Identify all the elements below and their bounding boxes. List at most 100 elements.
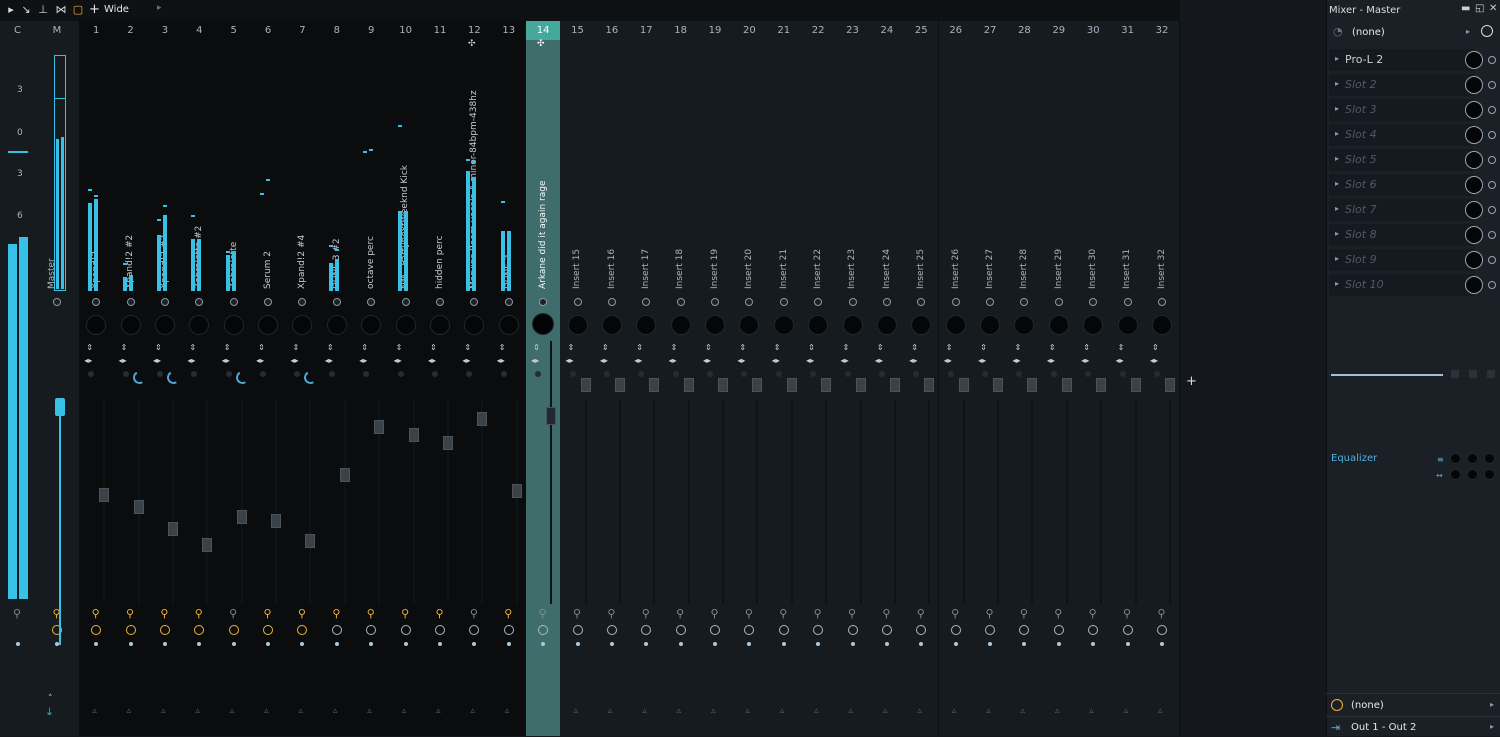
pan-knob[interactable]: [877, 316, 896, 334]
eq-knob-high[interactable]: [1485, 454, 1494, 463]
pan-knob[interactable]: [602, 316, 621, 334]
routing-dot[interactable]: [1159, 642, 1164, 646]
route-dot[interactable]: [160, 298, 169, 306]
mixer-strip-17[interactable]: 17 Insert 17 ⇕ ◂▸ ⚲ ▵: [629, 21, 665, 736]
strip-number[interactable]: 23: [835, 21, 869, 40]
mixer-strip-14[interactable]: 14 Arkane did it again rage ⇕ ◂▸ ⚲ ▵: [525, 21, 562, 736]
slot-mix-knob[interactable]: [1465, 126, 1483, 144]
send-arrow-icon[interactable]: ▵: [161, 706, 166, 716]
mixer-strip-2[interactable]: 2 Xpand!2 #2 ⇕ ◂▸ ⚲ ▵: [113, 21, 149, 736]
swap-icon[interactable]: ⇕: [739, 343, 746, 352]
mixer-strip-18[interactable]: 18 Insert 18 ⇕ ◂▸ ⚲ ▵: [663, 21, 699, 736]
latency-clock-icon[interactable]: [159, 625, 170, 635]
stereo-separation-icon[interactable]: ◂▸: [772, 356, 780, 365]
slot-name[interactable]: Slot 4: [1345, 128, 1377, 141]
routing-dot[interactable]: [1125, 642, 1130, 646]
mute-switch[interactable]: ⚲: [125, 608, 136, 620]
slot-name[interactable]: Slot 10: [1345, 278, 1384, 291]
strip-number[interactable]: M: [35, 21, 79, 40]
volume-fader[interactable]: [442, 436, 453, 450]
slot-expand-icon[interactable]: ▸: [1335, 254, 1339, 263]
routing-dot[interactable]: [369, 642, 374, 646]
slot-mix-knob[interactable]: [1465, 151, 1483, 169]
play-arrow-icon[interactable]: ▸: [4, 3, 18, 17]
stereo-separation-icon[interactable]: ◂▸: [909, 356, 917, 365]
routing-dot[interactable]: [506, 642, 511, 646]
volume-fader[interactable]: [993, 378, 1004, 392]
pan-knob[interactable]: [568, 316, 587, 334]
strip-number[interactable]: 9: [354, 21, 388, 40]
slot-mix-knob[interactable]: [1465, 76, 1483, 94]
swap-icon[interactable]: ⇕: [980, 343, 987, 352]
slot-expand-icon[interactable]: ▸: [1335, 204, 1339, 213]
mixer-strip-21[interactable]: 21 Insert 21 ⇕ ◂▸ ⚲ ▵: [766, 21, 802, 736]
mixer-strip-6[interactable]: 6 Serum 2 ⇕ ◂▸ ⚲ ▵: [250, 21, 287, 736]
send-arrow-icon[interactable]: ▵: [677, 706, 682, 716]
routing-dot[interactable]: [816, 642, 821, 646]
route-dot[interactable]: [607, 298, 616, 306]
stereo-knob[interactable]: [1085, 371, 1092, 377]
mixer-strip-31[interactable]: 31 Insert 31 ⇕ ◂▸ ⚲ ▵: [1110, 21, 1146, 736]
slot-enable-dot[interactable]: [1488, 156, 1496, 164]
mute-switch[interactable]: ⚲: [296, 608, 307, 620]
mute-switch[interactable]: ⚲: [331, 608, 342, 620]
latency-clock-icon[interactable]: [469, 625, 480, 635]
strip-number[interactable]: 15: [560, 21, 594, 40]
mixer-strip-8[interactable]: 8DUNE 3 #2⇕◂▸⚲▵: [319, 21, 356, 736]
pan-knob[interactable]: [981, 316, 1000, 334]
pan-knob[interactable]: [1084, 316, 1103, 334]
route-dot[interactable]: [711, 298, 720, 306]
volume-fader[interactable]: [408, 428, 419, 442]
effect-slot-6[interactable]: ▸ Slot 6: [1329, 174, 1473, 196]
strip-number[interactable]: 27: [973, 21, 1007, 40]
swap-icon[interactable]: ⇕: [843, 343, 850, 352]
latency-clock-icon[interactable]: [228, 625, 239, 635]
volume-fader[interactable]: [236, 510, 247, 524]
route-dot[interactable]: [1054, 298, 1063, 306]
pan-knob[interactable]: [637, 316, 656, 334]
stereo-separation-icon[interactable]: ◂▸: [1047, 356, 1055, 365]
pan-knob[interactable]: [946, 316, 965, 334]
routing-dot[interactable]: [231, 642, 236, 646]
route-dot[interactable]: [298, 298, 307, 306]
pan-knob[interactable]: [259, 316, 278, 334]
send-arrow-icon[interactable]: ▵: [780, 706, 785, 716]
pan-knob[interactable]: [912, 316, 931, 334]
input-select[interactable]: (none): [1352, 27, 1385, 38]
swap-icon[interactable]: ⇕: [224, 343, 231, 352]
slot-expand-icon[interactable]: ▸: [1335, 279, 1339, 288]
mute-switch[interactable]: ⚲: [537, 608, 548, 620]
stereo-separation-icon[interactable]: ◂▸: [222, 356, 230, 365]
strip-name[interactable]: hidden perc: [435, 236, 445, 289]
route-dot[interactable]: [951, 298, 960, 306]
routing-dot[interactable]: [609, 642, 614, 646]
latency-clock-icon[interactable]: [641, 625, 652, 635]
mixer-strip-24[interactable]: 24 Insert 24 ⇕ ◂▸ ⚲ ▵: [869, 21, 906, 736]
swap-icon[interactable]: ⇕: [327, 343, 334, 352]
stereo-separation-icon[interactable]: ◂▸: [359, 356, 367, 365]
latency-clock-icon[interactable]: [572, 625, 583, 635]
stereo-knob[interactable]: [707, 371, 714, 377]
latency-clock-icon[interactable]: [675, 625, 686, 635]
send-arrow-icon[interactable]: ▵: [195, 706, 200, 716]
slot-expand-icon[interactable]: ▸: [1335, 104, 1339, 113]
swap-icon[interactable]: ⇕: [155, 343, 162, 352]
scroll-down-icon[interactable]: ⤓: [47, 705, 52, 719]
stereo-knob[interactable]: [191, 371, 198, 377]
latency-clock-icon[interactable]: [263, 625, 274, 635]
latency-clock-icon[interactable]: [606, 625, 617, 635]
stereo-knob[interactable]: [397, 371, 404, 377]
strip-number[interactable]: 8: [320, 21, 354, 40]
route-dot[interactable]: [92, 298, 101, 306]
strip-name[interactable]: Insert 23: [847, 249, 857, 289]
routing-dot[interactable]: [437, 642, 442, 646]
strip-name[interactable]: Insert 22: [813, 249, 823, 289]
latency-clock-icon[interactable]: [366, 625, 377, 635]
effect-slot-8[interactable]: ▸ Slot 8: [1329, 224, 1473, 246]
route-dot[interactable]: [848, 298, 857, 306]
stereo-separation-icon[interactable]: ◂▸: [1116, 356, 1124, 365]
send-arrow-icon[interactable]: ▵: [1020, 706, 1025, 716]
pan-knob[interactable]: [1152, 316, 1171, 334]
stereo-knob[interactable]: [638, 371, 645, 377]
routing-dot[interactable]: [884, 642, 889, 646]
